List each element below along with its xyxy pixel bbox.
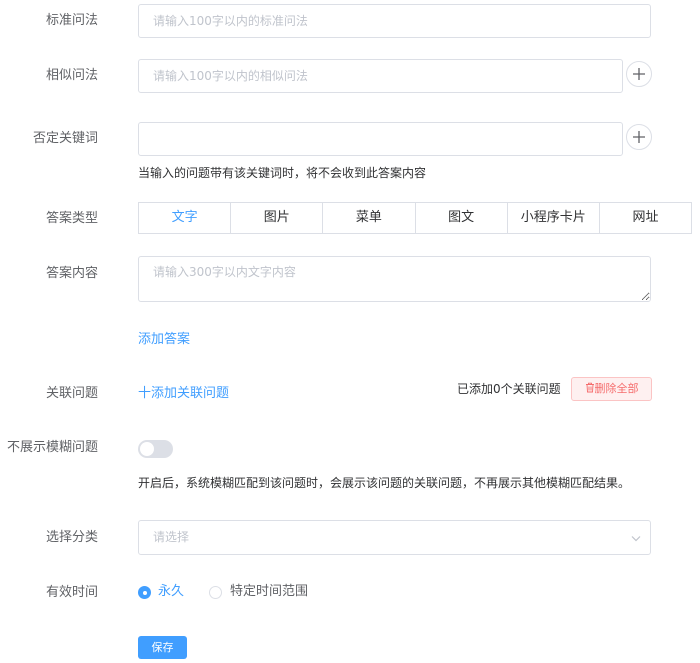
category-select-placeholder: 请选择 — [153, 530, 190, 544]
delete-all-button[interactable]: 删除全部 — [571, 377, 652, 401]
trash-icon — [585, 382, 594, 393]
add-similar-question-button[interactable] — [626, 61, 652, 87]
chevron-down-icon — [631, 536, 641, 542]
answer-type-tabs: 文字 图片 菜单 图文 小程序卡片 网址 — [138, 202, 692, 234]
answer-type-mini-program[interactable]: 小程序卡片 — [507, 203, 600, 233]
add-related-question-link[interactable]: 十添加关联问题 — [138, 384, 229, 404]
negative-keywords-input[interactable] — [138, 122, 623, 156]
valid-time-range-label[interactable]: 特定时间范围 — [230, 582, 308, 602]
standard-question-input[interactable] — [138, 4, 651, 38]
answer-type-text[interactable]: 文字 — [139, 203, 232, 233]
add-negative-keyword-button[interactable] — [626, 124, 652, 150]
answer-type-image[interactable]: 图片 — [231, 203, 324, 233]
answer-type-url[interactable]: 网址 — [599, 203, 692, 233]
category-select[interactable]: 请选择 — [138, 520, 651, 555]
similar-question-input[interactable] — [138, 59, 623, 93]
plus-icon — [633, 131, 645, 143]
answer-type-label: 答案类型 — [45, 211, 98, 226]
hide-fuzzy-hint: 开启后，系统模糊匹配到该问题时，会展示该问题的关联问题，不再展示其他模糊匹配结果… — [138, 476, 631, 490]
related-questions-label: 关联问题 — [45, 386, 98, 401]
switch-knob — [140, 442, 154, 456]
similar-question-label: 相似问法 — [45, 68, 98, 83]
negative-keywords-label: 否定关键词 — [32, 131, 98, 146]
standard-question-label: 标准问法 — [45, 13, 98, 28]
answer-content-textarea[interactable] — [138, 256, 651, 302]
valid-time-label: 有效时间 — [45, 585, 98, 600]
answer-type-menu[interactable]: 菜单 — [323, 203, 416, 233]
add-answer-link[interactable]: 添加答案 — [138, 330, 190, 350]
valid-time-forever-label[interactable]: 永久 — [158, 582, 184, 602]
hide-fuzzy-label: 不展示模糊问题 — [6, 440, 98, 455]
plus-icon — [633, 68, 645, 80]
delete-all-label: 删除全部 — [594, 382, 639, 395]
answer-content-label: 答案内容 — [45, 266, 98, 281]
valid-time-forever-radio[interactable] — [138, 586, 151, 599]
hide-fuzzy-switch[interactable] — [138, 440, 173, 458]
category-label: 选择分类 — [45, 530, 98, 545]
save-button[interactable]: 保存 — [138, 636, 187, 659]
related-questions-count: 已添加0个关联问题 — [457, 382, 561, 396]
valid-time-range-radio[interactable] — [209, 586, 222, 599]
negative-keywords-hint: 当输入的问题带有该关键词时，将不会收到此答案内容 — [138, 166, 427, 180]
answer-type-article[interactable]: 图文 — [415, 203, 508, 233]
